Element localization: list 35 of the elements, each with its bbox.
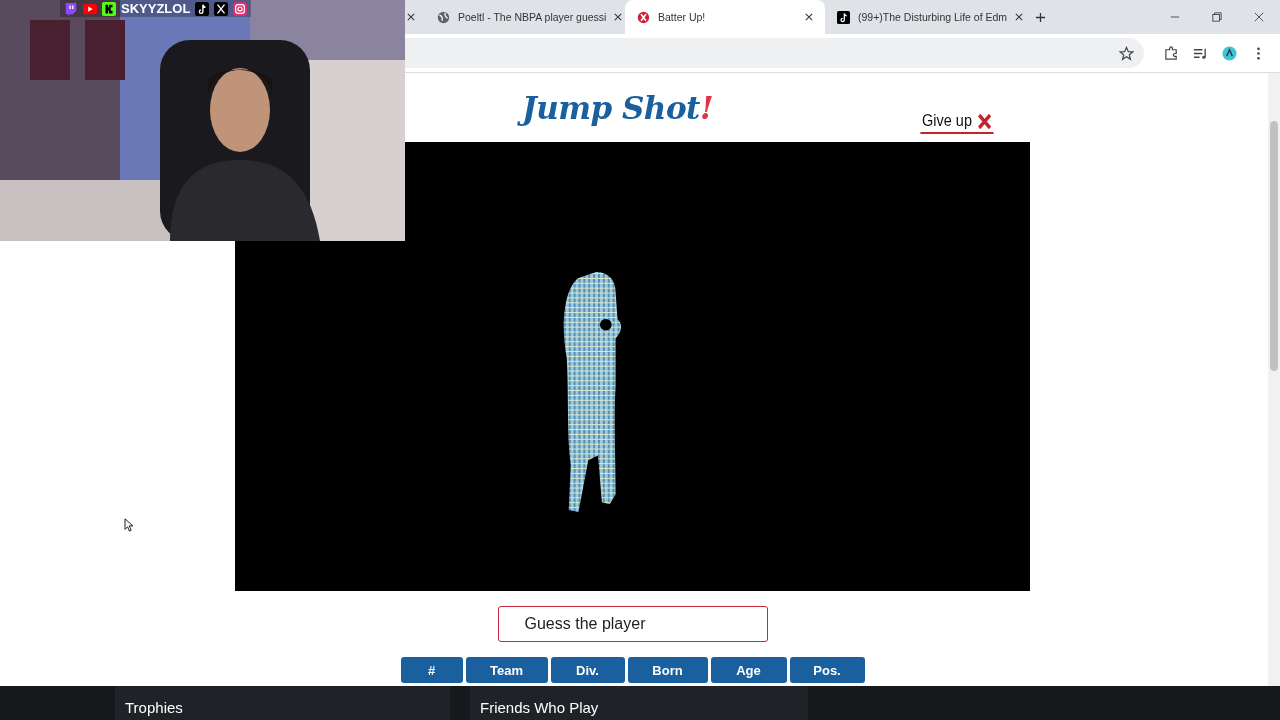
close-tab-icon[interactable] bbox=[614, 13, 623, 21]
game-logo: Jump Shot! bbox=[514, 86, 721, 129]
column-header[interactable]: Born bbox=[627, 657, 708, 683]
tab-title: Poeltl - The NBPA player guessi bbox=[458, 11, 607, 23]
puzzle-icon[interactable] bbox=[1164, 45, 1179, 61]
browser-tab[interactable]: Batter Up! bbox=[625, 0, 825, 34]
tab-title: Batter Up! bbox=[658, 11, 707, 23]
channel-handle: SKYYZLOL bbox=[121, 1, 191, 16]
browser-tab[interactable]: Poeltl - The NBPA player guessi bbox=[425, 0, 625, 34]
restore-icon[interactable] bbox=[1212, 12, 1222, 22]
section-heading: Friends Who Play bbox=[480, 699, 599, 717]
chat-bubble-icon bbox=[64, 1, 78, 16]
close-icon bbox=[977, 112, 992, 130]
close-tab-icon[interactable] bbox=[805, 13, 813, 21]
tab-title: (99+)The Disturbing Life of Edm bbox=[858, 11, 1008, 23]
mouse-cursor-icon bbox=[124, 518, 133, 532]
column-header[interactable]: Age bbox=[710, 657, 787, 683]
section-heading: Trophies bbox=[125, 699, 183, 717]
star-icon[interactable] bbox=[1119, 45, 1134, 61]
profile-avatar-icon[interactable] bbox=[1222, 45, 1237, 61]
column-header[interactable]: Pos. bbox=[789, 657, 865, 683]
play-icon bbox=[83, 1, 97, 16]
x-logo-icon bbox=[637, 10, 650, 24]
column-header[interactable]: Div. bbox=[550, 657, 625, 683]
close-tab-icon[interactable] bbox=[1015, 13, 1024, 21]
browser-tab[interactable]: (99+)The Disturbing Life of Edm bbox=[825, 0, 1025, 34]
column-header[interactable]: # bbox=[400, 657, 463, 683]
guess-input[interactable]: Guess the player bbox=[497, 606, 768, 642]
close-tab-icon[interactable] bbox=[407, 13, 415, 21]
new-tab-icon[interactable] bbox=[1035, 11, 1046, 23]
note-logo-icon bbox=[837, 10, 850, 24]
close-icon[interactable] bbox=[1254, 12, 1264, 22]
scrollbar[interactable] bbox=[1268, 73, 1280, 686]
column-header[interactable]: Team bbox=[465, 657, 548, 683]
give-up-button[interactable]: Give up bbox=[920, 111, 994, 134]
